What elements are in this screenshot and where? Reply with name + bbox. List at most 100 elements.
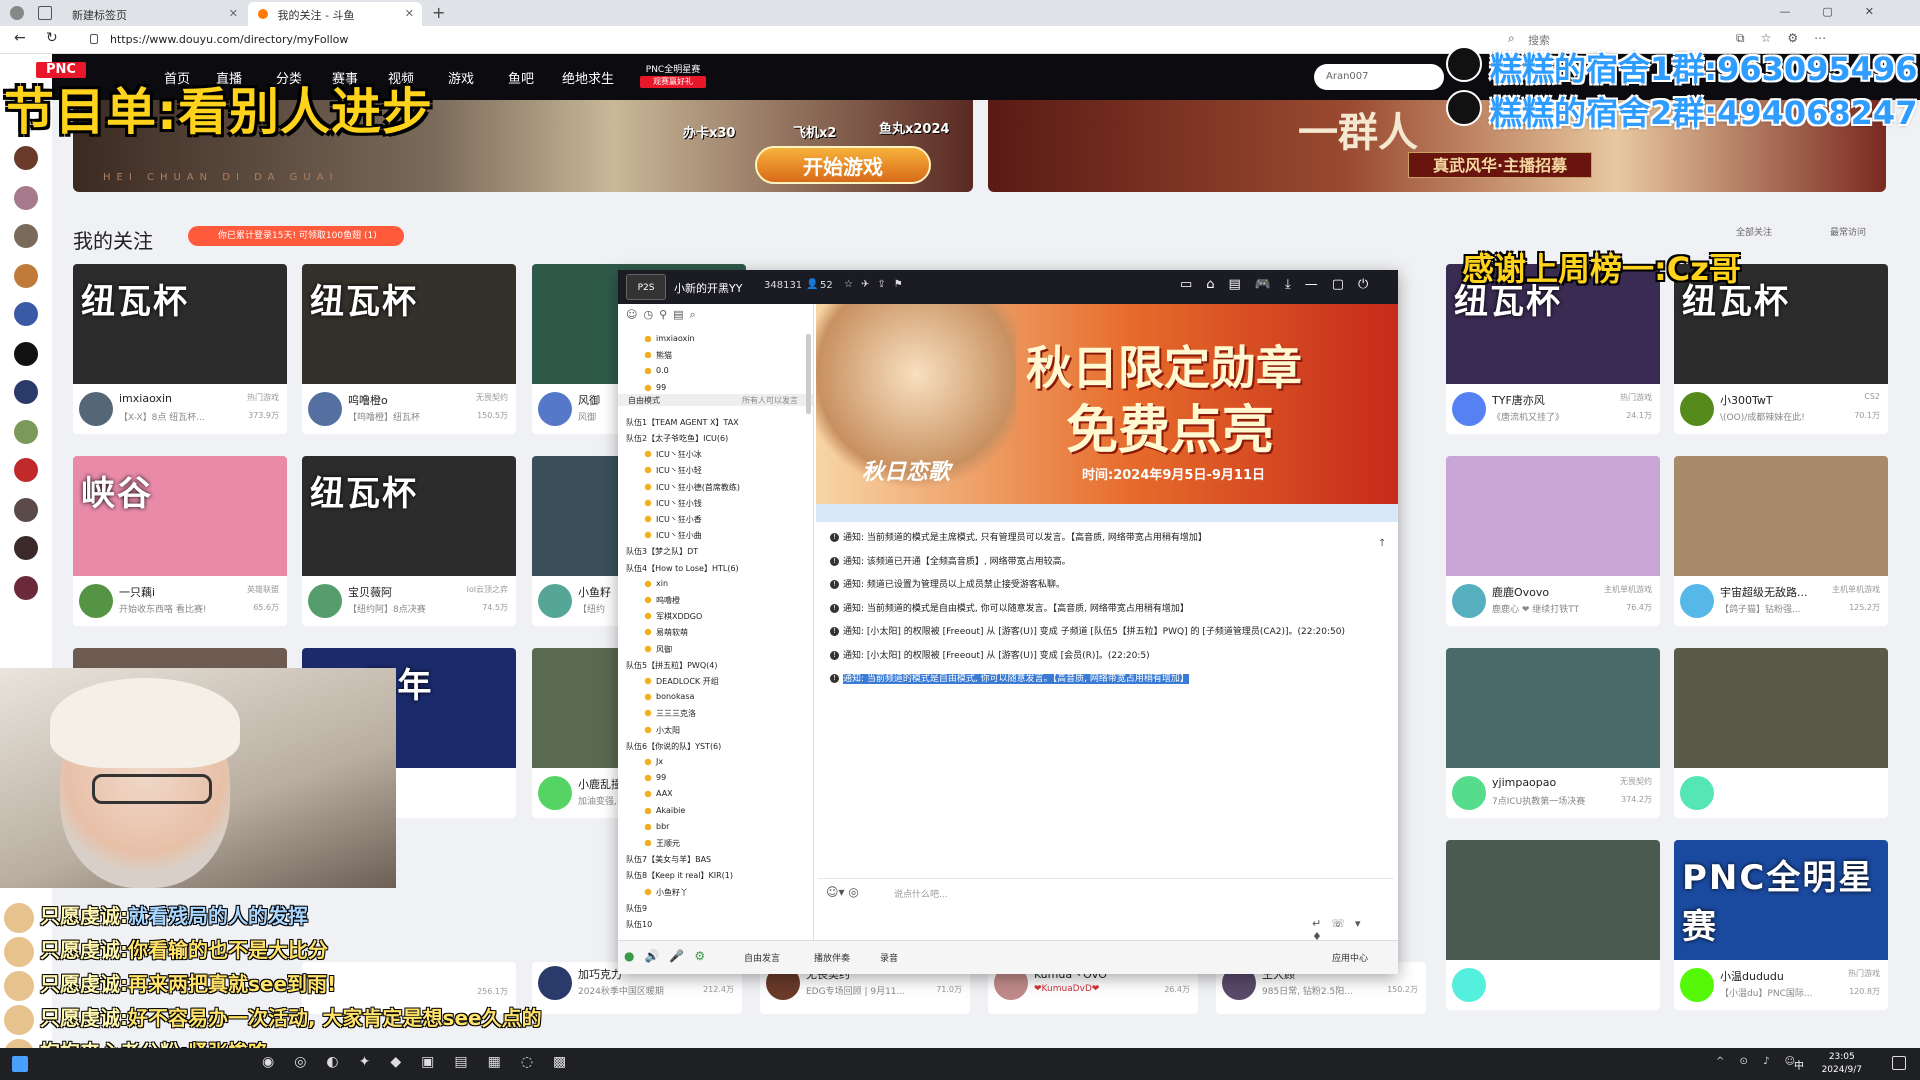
streamer-name[interactable]: 加巧克力: [578, 966, 622, 982]
stream-card[interactable]: 纽瓦杯 呜噜橙o 无畏契约 【呜噜橙】纽瓦杯 150.5万: [302, 264, 516, 434]
streamer-avatar[interactable]: [79, 392, 113, 426]
new-tab-icon[interactable]: +: [432, 3, 445, 22]
sidebar-avatar[interactable]: [14, 458, 38, 482]
card-thumbnail[interactable]: [1446, 840, 1660, 960]
card-thumbnail[interactable]: 峡谷: [73, 456, 287, 576]
card-category[interactable]: 热门游戏: [1620, 392, 1652, 403]
card-thumbnail[interactable]: [1446, 648, 1660, 768]
streamer-avatar[interactable]: [308, 392, 342, 426]
streamer-name[interactable]: 风御: [578, 392, 600, 408]
sidebar-avatar[interactable]: [14, 186, 38, 210]
back-icon[interactable]: ←: [14, 30, 26, 46]
yy-toolbar-icons[interactable]: ☺◷⚲▤⌕: [626, 308, 702, 322]
streamer-avatar[interactable]: [308, 584, 342, 618]
streamer-avatar[interactable]: [1680, 776, 1714, 810]
sidebar-avatar[interactable]: [14, 498, 38, 522]
streamer-name[interactable]: 鹿鹿Ovovo: [1492, 584, 1549, 600]
start-icon[interactable]: [12, 1056, 28, 1072]
yy-member[interactable]: ICU丶狂小冰: [644, 449, 702, 461]
streamer-avatar[interactable]: [538, 966, 572, 1000]
card-thumbnail[interactable]: 纽瓦杯: [302, 456, 516, 576]
yy-member[interactable]: ICU丶狂小曲: [644, 530, 702, 542]
yy-member[interactable]: imxiaoxin: [644, 334, 695, 343]
streamer-name[interactable]: imxiaoxin: [119, 392, 172, 405]
close-icon[interactable]: ✕: [405, 7, 414, 20]
yy-member[interactable]: 小太阳: [644, 724, 680, 736]
streamer-name[interactable]: 小鱼籽: [578, 584, 611, 600]
yy-member[interactable]: Akaibie: [644, 805, 686, 815]
yy-member[interactable]: 99: [644, 382, 667, 392]
sidebar-avatar[interactable]: [14, 224, 38, 248]
yy-bottom-icons[interactable]: ●🔊🎤⚙: [624, 949, 715, 963]
yy-member[interactable]: ICU丶狂小香: [644, 514, 702, 525]
filter-all-follow[interactable]: 全部关注: [1736, 225, 1772, 238]
yy-team-group[interactable]: 队伍9: [626, 903, 647, 914]
sidebar-avatar[interactable]: [14, 380, 38, 404]
yy-member[interactable]: bbr: [644, 821, 670, 831]
yy-member[interactable]: 易萌软萌: [644, 627, 688, 639]
yy-title-icons[interactable]: ☆✈⇪⚑: [844, 279, 911, 290]
streamer-avatar[interactable]: [1452, 968, 1486, 1002]
yy-member[interactable]: 军棋XDDGO: [644, 611, 703, 623]
card-thumbnail[interactable]: [1674, 648, 1888, 768]
yy-member[interactable]: bonokasa: [644, 692, 695, 702]
yy-team-group[interactable]: 队伍3【梦之队】DT: [626, 546, 698, 557]
tab-new-tab[interactable]: 新建标签页 ✕: [62, 2, 246, 26]
ime-indicator[interactable]: 中: [1794, 1057, 1804, 1072]
record-button[interactable]: 录音: [880, 951, 898, 964]
yy-member[interactable]: 0.0: [644, 366, 669, 376]
yy-member[interactable]: xin: [644, 578, 669, 588]
streamer-avatar[interactable]: [538, 584, 572, 618]
yy-member[interactable]: 99: [644, 773, 667, 783]
nav-item-yuba[interactable]: 鱼吧: [508, 68, 534, 87]
card-category[interactable]: 英雄联盟: [247, 584, 279, 595]
yy-member[interactable]: 熊猫: [644, 350, 672, 362]
tab-my-follow[interactable]: 我的关注 - 斗鱼 ✕: [248, 2, 422, 26]
streamer-avatar[interactable]: [1680, 968, 1714, 1002]
stream-card[interactable]: 鹿鹿Ovovo 主机单机游戏 鹿鹿心 ❤ 继续打铁TT 76.4万: [1446, 456, 1660, 626]
yy-member[interactable]: ICU丶狂小德(首席教练): [644, 481, 741, 493]
streamer-name[interactable]: 一只藕i: [119, 584, 155, 600]
card-category[interactable]: 无畏契约: [1620, 776, 1652, 787]
tray-icons[interactable]: ^ ⊙ ♪ ☺: [1716, 1056, 1801, 1067]
yy-member[interactable]: AAX: [644, 789, 673, 799]
yy-window-controls[interactable]: ▭⌂▤🎮⤓—▢⏻: [1180, 277, 1382, 292]
stream-card[interactable]: [1674, 648, 1888, 818]
tab-list-icon[interactable]: [38, 6, 52, 20]
yy-member[interactable]: ICU丶狂小轻: [644, 465, 702, 477]
taskbar-clock[interactable]: 23:05 2024/9/7: [1822, 1051, 1862, 1077]
nav-item-games[interactable]: 游戏: [448, 68, 474, 87]
card-thumbnail[interactable]: 纽瓦杯: [73, 264, 287, 384]
yy-member[interactable]: 王顺元: [644, 838, 680, 849]
streamer-avatar[interactable]: [1452, 392, 1486, 426]
yy-team-group[interactable]: 队伍7【美女与羊】BAS: [626, 854, 711, 865]
stream-card[interactable]: 峡谷 一只藕i 英雄联盟 开始收东西咯 看比赛! 65.6万: [73, 456, 287, 626]
scrollbar[interactable]: [806, 334, 811, 414]
yy-member[interactable]: 呜噜橙: [644, 595, 680, 606]
stream-card[interactable]: 纽瓦杯 imxiaoxin 热门游戏 【X-X】8点 纽瓦杯... 373.9万: [73, 264, 287, 434]
yy-team-group[interactable]: 队伍10: [626, 919, 652, 930]
free-speak-button[interactable]: 自由发言: [744, 951, 780, 964]
start-game-button[interactable]: 开始游戏: [755, 146, 931, 184]
site-search-input[interactable]: Aran007: [1314, 64, 1444, 90]
yy-member[interactable]: DEADLOCK 开组: [644, 676, 719, 687]
checkin-badge[interactable]: 你已累计登录15天! 可领取100鱼翅 (1): [188, 226, 404, 246]
card-thumbnail[interactable]: [1674, 456, 1888, 576]
streamer-name[interactable]: 小温dududu: [1720, 968, 1784, 984]
notification-icon[interactable]: [1892, 1056, 1906, 1070]
sidebar-avatar[interactable]: [14, 264, 38, 288]
yy-team-group[interactable]: 队伍6【你说的队】YST(6): [626, 741, 721, 752]
card-category[interactable]: lol云顶之弈: [467, 584, 508, 595]
app-center-button[interactable]: 应用中心: [1332, 951, 1368, 964]
accompany-button[interactable]: 播放伴奏: [814, 951, 850, 964]
scroll-up-icon[interactable]: ↑: [1378, 538, 1386, 549]
yy-member[interactable]: 风御: [644, 643, 672, 655]
stream-card[interactable]: 纽瓦杯 宝贝薇阿 lol云顶之弈 【纽约阿】8点决赛 74.5万: [302, 456, 516, 626]
stream-card[interactable]: yjimpaopao 无畏契约 7点ICU执教第一场决赛 374.2万: [1446, 648, 1660, 818]
filter-recent[interactable]: 最常访问: [1830, 225, 1866, 238]
card-thumbnail[interactable]: [1446, 456, 1660, 576]
yy-team-group[interactable]: 队伍4【How to Lose】HTL(6): [626, 563, 739, 574]
yy-message-input[interactable]: ☺▾ ◎ 说点什么吧... ↵☏▾ ♦: [818, 878, 1394, 943]
yy-member[interactable]: 三三三克洛: [644, 708, 696, 720]
card-thumbnail[interactable]: PNC全明星赛: [1674, 840, 1888, 960]
